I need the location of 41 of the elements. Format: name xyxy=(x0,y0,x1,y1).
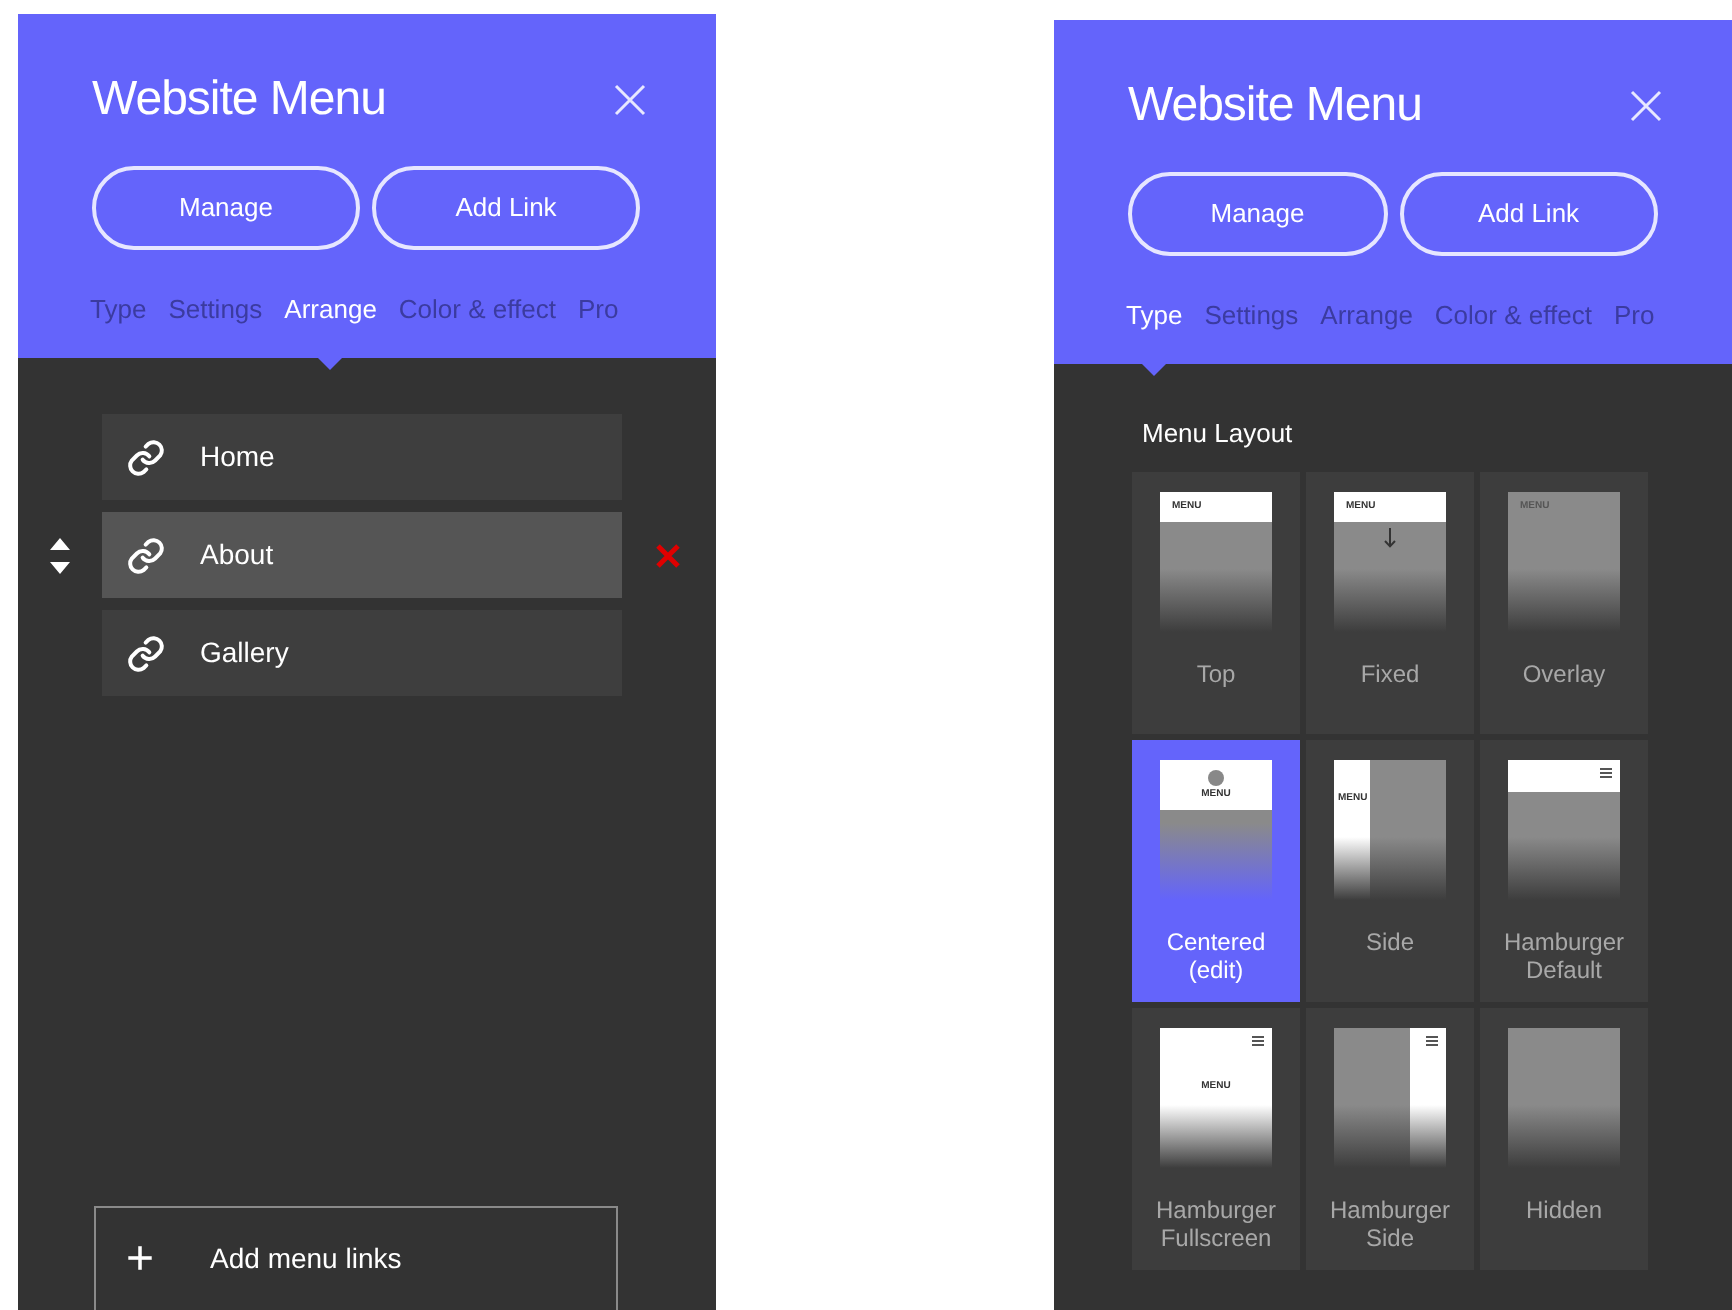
menu-link-label: About xyxy=(200,536,274,574)
layout-label: Hamburger Side xyxy=(1327,1195,1453,1251)
delete-icon[interactable] xyxy=(656,543,680,567)
pill-button[interactable]: Manage xyxy=(92,166,360,250)
hamburger-icon xyxy=(1426,1035,1438,1045)
tab[interactable]: Arrange xyxy=(284,290,377,330)
menu-link-item[interactable]: Gallery xyxy=(102,610,622,696)
layout-label: Overlay xyxy=(1520,659,1608,687)
close-icon[interactable] xyxy=(614,84,646,116)
close-icon[interactable] xyxy=(1630,90,1662,122)
layout-label: Hamburger Default xyxy=(1501,927,1627,983)
panel-title: Website Menu xyxy=(1128,76,1422,136)
hamburger-icon xyxy=(1600,767,1612,777)
section-title: Menu Layout xyxy=(1140,416,1295,452)
layout-label: Centered (edit) xyxy=(1164,927,1268,983)
layout-preview xyxy=(1508,1027,1620,1167)
link-icon xyxy=(126,633,166,673)
menu-link-item[interactable]: About xyxy=(102,512,622,598)
layout-option[interactable]: Hamburger Default xyxy=(1480,739,1648,1001)
down-arrow-icon xyxy=(1384,527,1396,547)
layout-label: Fixed xyxy=(1358,659,1422,687)
hamburger-icon xyxy=(1252,1035,1264,1045)
pill-button[interactable]: Add Link xyxy=(1399,172,1658,256)
pill-button[interactable]: Manage xyxy=(1128,172,1387,256)
add-menu-links-button[interactable]: + Add menu links xyxy=(94,1206,618,1310)
layout-option[interactable]: Hidden xyxy=(1480,1007,1648,1269)
menu-link-label: Home xyxy=(200,438,275,476)
add-menu-links-label: Add menu links xyxy=(210,1240,402,1278)
plus-icon: + xyxy=(126,1235,155,1283)
layout-label: Side xyxy=(1363,927,1417,955)
layout-option[interactable]: Hamburger Side xyxy=(1306,1007,1474,1269)
layout-label: Hidden xyxy=(1523,1195,1605,1223)
link-icon xyxy=(126,437,166,477)
menu-link-label: Gallery xyxy=(200,634,289,672)
tab[interactable]: Type xyxy=(1126,296,1183,336)
pill-button[interactable]: Add Link xyxy=(372,166,640,250)
link-icon xyxy=(126,535,166,575)
menu-link-item[interactable]: Home xyxy=(102,414,622,500)
layout-label: Top xyxy=(1194,659,1238,687)
panel-title: Website Menu xyxy=(92,70,386,130)
layout-label: Hamburger Fullscreen xyxy=(1153,1195,1279,1251)
